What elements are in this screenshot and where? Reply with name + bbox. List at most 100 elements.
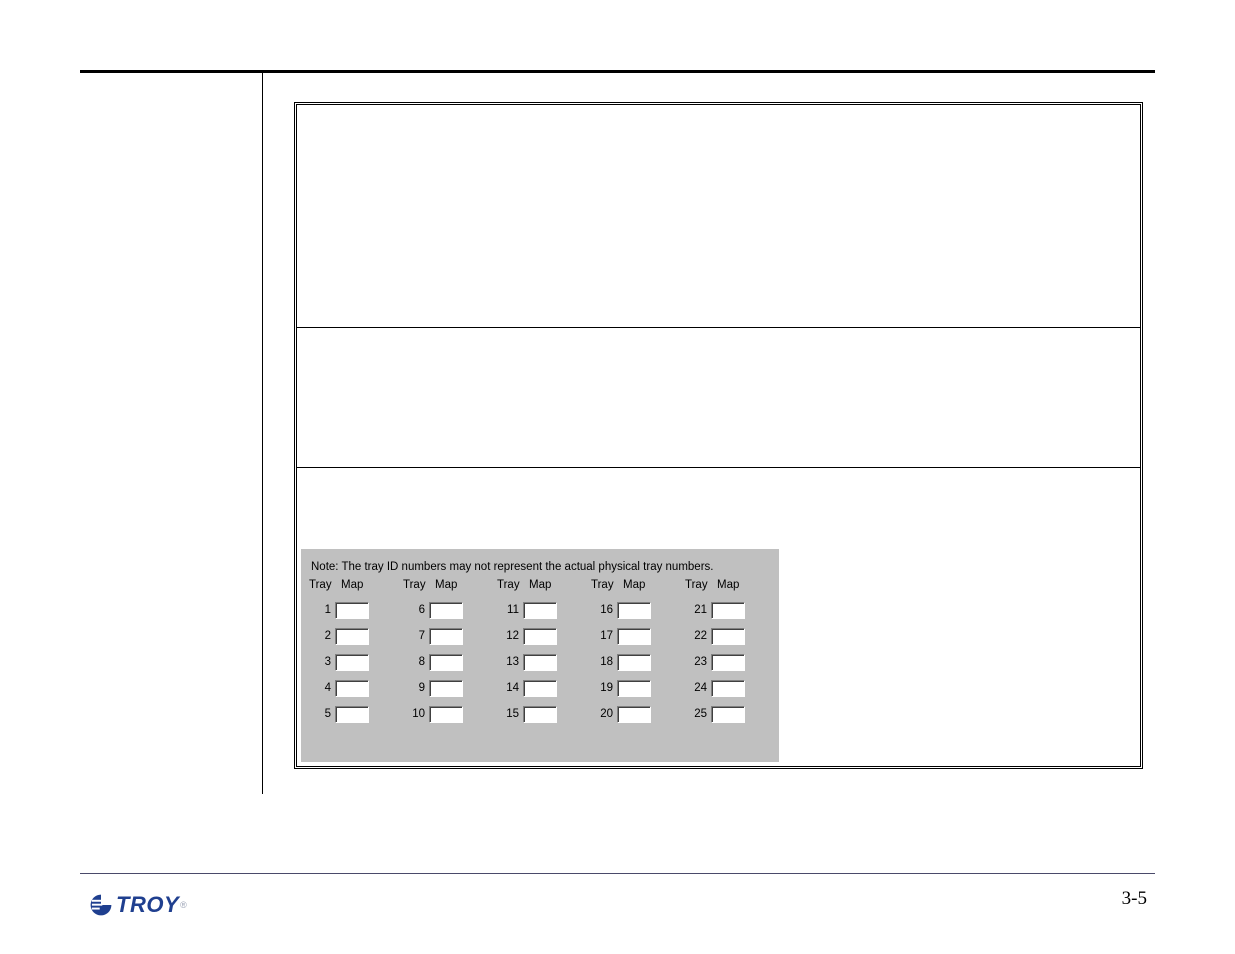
tray-id-label: 16 <box>589 604 617 616</box>
tray-row: 7 <box>401 623 489 649</box>
tray-id-label: 20 <box>589 708 617 720</box>
tray-row: 4 <box>307 675 395 701</box>
tray-map-input[interactable] <box>617 628 651 645</box>
tray-map-input[interactable] <box>711 628 745 645</box>
tray-row: 6 <box>401 597 489 623</box>
tray-row: 18 <box>589 649 677 675</box>
tray-id-label: 2 <box>307 630 335 642</box>
tray-map-input[interactable] <box>711 654 745 671</box>
header-map: Map <box>529 579 551 591</box>
header-tray: Tray <box>497 579 529 591</box>
header-map: Map <box>717 579 739 591</box>
tray-map-input[interactable] <box>617 602 651 619</box>
tray-id-label: 11 <box>495 604 523 616</box>
tray-id-label: 8 <box>401 656 429 668</box>
tray-column: Tray Map 11 12 13 <box>495 579 583 727</box>
tray-map-input[interactable] <box>617 654 651 671</box>
tray-row: 9 <box>401 675 489 701</box>
tray-map-input[interactable] <box>335 602 369 619</box>
bottom-rule <box>80 873 1155 874</box>
tray-id-label: 24 <box>683 682 711 694</box>
brand-logo: TROY ® <box>88 892 187 918</box>
tray-row: 10 <box>401 701 489 727</box>
tray-id-label: 17 <box>589 630 617 642</box>
header-map: Map <box>341 579 363 591</box>
brand-name: TROY <box>116 892 179 918</box>
tray-map-input[interactable] <box>335 628 369 645</box>
tray-map-input[interactable] <box>523 680 557 697</box>
tray-row: 22 <box>683 623 771 649</box>
vertical-divider <box>262 73 263 794</box>
tray-id-label: 6 <box>401 604 429 616</box>
column-header: Tray Map <box>307 579 395 597</box>
tray-id-label: 13 <box>495 656 523 668</box>
page-root: Note: The tray ID numbers may not repres… <box>0 0 1235 954</box>
tray-row: 25 <box>683 701 771 727</box>
tray-row: 13 <box>495 649 583 675</box>
tray-id-label: 21 <box>683 604 711 616</box>
tray-map-input[interactable] <box>711 706 745 723</box>
tray-map-input[interactable] <box>429 628 463 645</box>
header-tray: Tray <box>591 579 623 591</box>
tray-row: 2 <box>307 623 395 649</box>
tray-row: 1 <box>307 597 395 623</box>
tray-row: 14 <box>495 675 583 701</box>
tray-id-label: 19 <box>589 682 617 694</box>
tray-column: Tray Map 1 2 3 <box>307 579 395 727</box>
tray-row: 8 <box>401 649 489 675</box>
tray-map-input[interactable] <box>429 706 463 723</box>
tray-mapping-note: Note: The tray ID numbers may not repres… <box>301 557 779 579</box>
tray-row: 23 <box>683 649 771 675</box>
tray-row: 12 <box>495 623 583 649</box>
tray-id-label: 1 <box>307 604 335 616</box>
header-tray: Tray <box>685 579 717 591</box>
tray-map-input[interactable] <box>523 602 557 619</box>
top-rule <box>80 70 1155 73</box>
tray-map-input[interactable] <box>429 654 463 671</box>
panel-separator-1 <box>297 327 1140 328</box>
column-header: Tray Map <box>683 579 771 597</box>
tray-id-label: 25 <box>683 708 711 720</box>
tray-row: 21 <box>683 597 771 623</box>
tray-map-input[interactable] <box>711 602 745 619</box>
tray-map-input[interactable] <box>617 706 651 723</box>
tray-row: 16 <box>589 597 677 623</box>
column-header: Tray Map <box>495 579 583 597</box>
tray-map-input[interactable] <box>617 680 651 697</box>
tray-column: Tray Map 21 22 23 <box>683 579 771 727</box>
tray-row: 15 <box>495 701 583 727</box>
tray-id-label: 10 <box>401 708 429 720</box>
tray-mapping-columns: Tray Map 1 2 3 <box>301 579 779 727</box>
tray-map-input[interactable] <box>335 654 369 671</box>
tray-map-input[interactable] <box>429 602 463 619</box>
page-number: 3-5 <box>1122 888 1147 910</box>
tray-map-input[interactable] <box>523 654 557 671</box>
tray-map-input[interactable] <box>335 680 369 697</box>
registered-mark: ® <box>180 900 187 910</box>
tray-row: 3 <box>307 649 395 675</box>
tray-id-label: 18 <box>589 656 617 668</box>
tray-row: 5 <box>307 701 395 727</box>
tray-row: 24 <box>683 675 771 701</box>
tray-id-label: 12 <box>495 630 523 642</box>
tray-map-input[interactable] <box>335 706 369 723</box>
column-header: Tray Map <box>401 579 489 597</box>
tray-row: 20 <box>589 701 677 727</box>
tray-id-label: 22 <box>683 630 711 642</box>
tray-row: 11 <box>495 597 583 623</box>
tray-mapping-panel: Note: The tray ID numbers may not repres… <box>301 549 779 762</box>
tray-id-label: 5 <box>307 708 335 720</box>
header-tray: Tray <box>309 579 341 591</box>
tray-map-input[interactable] <box>711 680 745 697</box>
column-header: Tray Map <box>589 579 677 597</box>
main-panel: Note: The tray ID numbers may not repres… <box>294 102 1143 769</box>
header-map: Map <box>623 579 645 591</box>
tray-id-label: 4 <box>307 682 335 694</box>
header-map: Map <box>435 579 457 591</box>
tray-column: Tray Map 6 7 8 <box>401 579 489 727</box>
tray-map-input[interactable] <box>429 680 463 697</box>
tray-id-label: 9 <box>401 682 429 694</box>
tray-map-input[interactable] <box>523 628 557 645</box>
tray-map-input[interactable] <box>523 706 557 723</box>
tray-column: Tray Map 16 17 18 <box>589 579 677 727</box>
